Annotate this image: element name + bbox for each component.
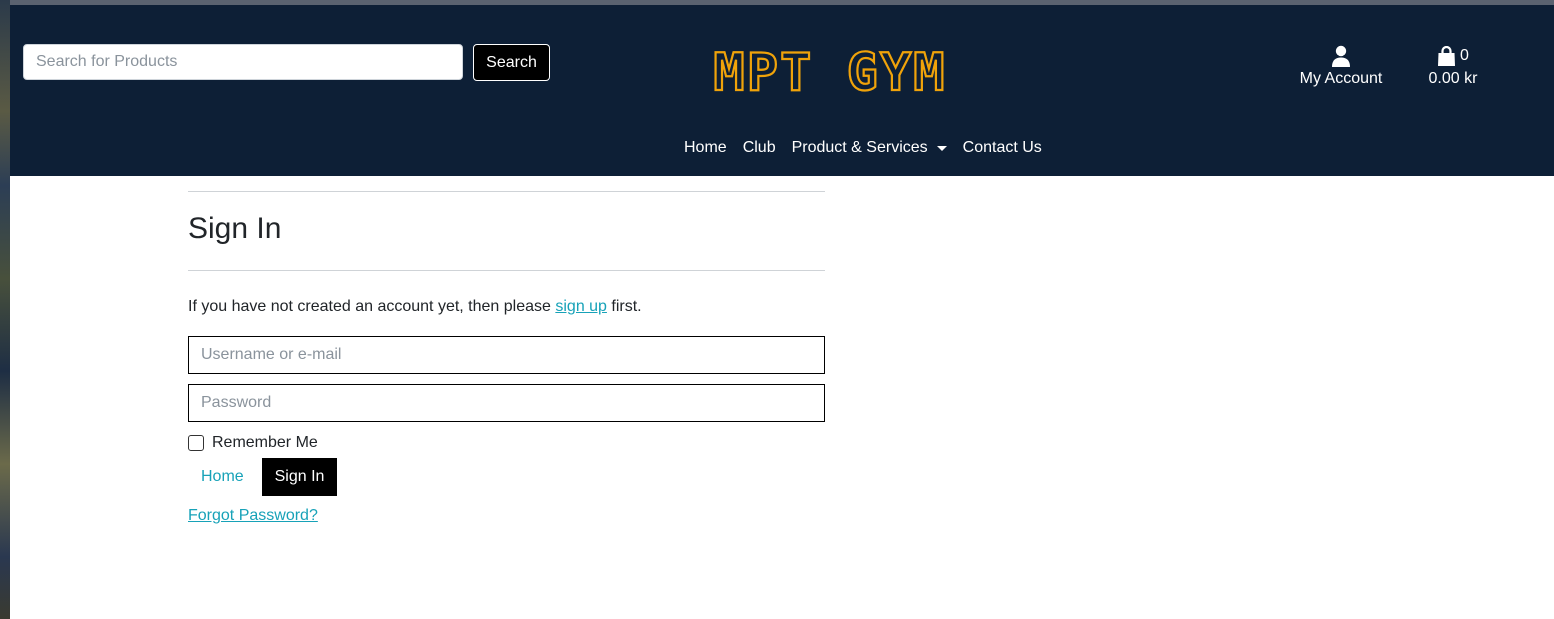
my-account-link[interactable]: My Account bbox=[1294, 45, 1388, 88]
desktop-edge bbox=[0, 0, 10, 619]
forgot-password-link[interactable]: Forgot Password? bbox=[188, 507, 318, 525]
search-input[interactable] bbox=[23, 44, 463, 80]
signup-prompt: If you have not created an account yet, … bbox=[188, 298, 642, 316]
user-icon bbox=[1332, 45, 1350, 67]
username-field[interactable] bbox=[188, 336, 825, 374]
shopping-bag-icon bbox=[1438, 45, 1456, 66]
remember-me-label: Remember Me bbox=[212, 434, 318, 451]
nav-contact[interactable]: Contact Us bbox=[955, 139, 1050, 157]
divider-bottom bbox=[188, 270, 825, 271]
home-button[interactable]: Home bbox=[188, 458, 257, 496]
site-header: Search MPT GYM My Account 0 0.00 kr Home… bbox=[10, 5, 1554, 176]
password-field[interactable] bbox=[188, 384, 825, 422]
bag-total: 0.00 kr bbox=[1428, 70, 1478, 87]
page-title: Sign In bbox=[188, 212, 282, 245]
caret-down-icon bbox=[936, 145, 947, 151]
logo-text: MPT GYM bbox=[713, 43, 946, 99]
bag-item-count: 0 bbox=[1460, 47, 1469, 64]
my-account-label: My Account bbox=[1299, 70, 1383, 87]
signin-button[interactable]: Sign In bbox=[262, 458, 337, 496]
logo-wordmark: MPT GYM bbox=[712, 42, 946, 104]
remember-me-checkbox[interactable] bbox=[188, 435, 204, 451]
remember-me[interactable]: Remember Me bbox=[188, 434, 318, 452]
search-button[interactable]: Search bbox=[473, 44, 550, 81]
divider-top bbox=[188, 191, 825, 192]
main-nav: Home Club Product & Services Contact Us bbox=[676, 136, 1050, 160]
site-logo[interactable]: MPT GYM bbox=[690, 42, 970, 104]
signup-link[interactable]: sign up bbox=[555, 298, 607, 315]
shopping-bag-link[interactable]: 0 0.00 kr bbox=[1423, 45, 1483, 88]
nav-products-services[interactable]: Product & Services bbox=[784, 139, 955, 157]
nav-home[interactable]: Home bbox=[676, 139, 735, 157]
signup-prompt-before: If you have not created an account yet, … bbox=[188, 298, 556, 315]
nav-club[interactable]: Club bbox=[735, 139, 784, 157]
nav-products-services-label: Product & Services bbox=[791, 139, 928, 156]
signup-prompt-after: first. bbox=[606, 298, 642, 315]
